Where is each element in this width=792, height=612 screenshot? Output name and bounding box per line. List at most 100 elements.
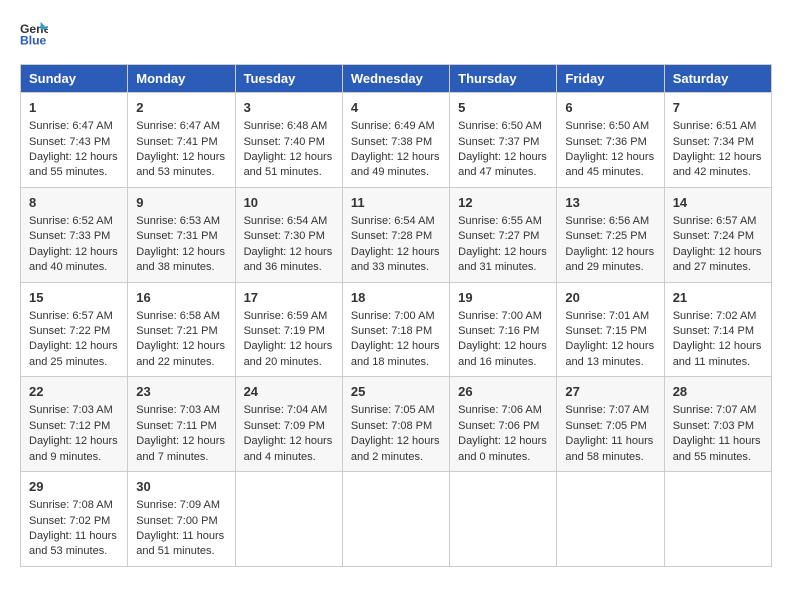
col-header-friday: Friday: [557, 65, 664, 93]
calendar-cell: 21Sunrise: 7:02 AMSunset: 7:14 PMDayligh…: [664, 282, 771, 377]
sunrise-text: Sunrise: 6:48 AM: [244, 120, 328, 132]
sunrise-text: Sunrise: 7:03 AM: [29, 404, 113, 416]
daylight-text: Daylight: 12 hours and 49 minutes.: [351, 151, 440, 178]
sunrise-text: Sunrise: 7:01 AM: [565, 310, 649, 322]
daylight-text: Daylight: 11 hours and 51 minutes.: [136, 530, 224, 557]
sunrise-text: Sunrise: 6:55 AM: [458, 215, 542, 227]
sunset-text: Sunset: 7:15 PM: [565, 325, 646, 337]
calendar-cell: [342, 472, 449, 567]
day-number: 20: [565, 289, 655, 307]
logo: General Blue: [20, 20, 52, 48]
calendar-cell: [557, 472, 664, 567]
calendar-cell: 20Sunrise: 7:01 AMSunset: 7:15 PMDayligh…: [557, 282, 664, 377]
sunset-text: Sunset: 7:18 PM: [351, 325, 432, 337]
calendar-cell: 2Sunrise: 6:47 AMSunset: 7:41 PMDaylight…: [128, 93, 235, 188]
day-number: 29: [29, 478, 119, 496]
day-number: 10: [244, 194, 334, 212]
daylight-text: Daylight: 12 hours and 16 minutes.: [458, 340, 547, 367]
calendar-cell: 1Sunrise: 6:47 AMSunset: 7:43 PMDaylight…: [21, 93, 128, 188]
calendar-cell: 8Sunrise: 6:52 AMSunset: 7:33 PMDaylight…: [21, 187, 128, 282]
calendar-cell: 22Sunrise: 7:03 AMSunset: 7:12 PMDayligh…: [21, 377, 128, 472]
daylight-text: Daylight: 12 hours and 33 minutes.: [351, 246, 440, 273]
sunrise-text: Sunrise: 6:59 AM: [244, 310, 328, 322]
sunrise-text: Sunrise: 6:49 AM: [351, 120, 435, 132]
day-number: 24: [244, 383, 334, 401]
calendar-week-2: 8 Sunrise: 6:52 AM Sunset: 7:33 PM Daylight…: [21, 187, 772, 282]
col-header-monday: Monday: [128, 65, 235, 93]
sunset-text: Sunset: 7:05 PM: [565, 420, 646, 432]
calendar-week-3: 15Sunrise: 6:57 AMSunset: 7:22 PMDayligh…: [21, 282, 772, 377]
col-header-sunday: Sunday: [21, 65, 128, 93]
sunset-text: Sunset: 7:40 PM: [244, 136, 325, 148]
sunset-text: Sunset: 7:37 PM: [458, 136, 539, 148]
sunset-text: Sunset: 7:30 PM: [244, 230, 325, 242]
day-number: 30: [136, 478, 226, 496]
sunset-text: Sunset: 7:14 PM: [673, 325, 754, 337]
sunrise-text: Sunrise: 6:50 AM: [565, 120, 649, 132]
daylight-text: Daylight: 12 hours and 2 minutes.: [351, 435, 440, 462]
day-number: 8: [29, 194, 119, 212]
col-header-tuesday: Tuesday: [235, 65, 342, 93]
daylight-text: Daylight: 12 hours and 55 minutes.: [29, 151, 118, 178]
daylight-text: Daylight: 12 hours and 4 minutes.: [244, 435, 333, 462]
sunset-text: Sunset: 7:25 PM: [565, 230, 646, 242]
sunrise-text: Sunrise: 6:57 AM: [673, 215, 757, 227]
calendar-cell: 16Sunrise: 6:58 AMSunset: 7:21 PMDayligh…: [128, 282, 235, 377]
day-number: 23: [136, 383, 226, 401]
sunrise-text: Sunrise: 6:54 AM: [244, 215, 328, 227]
sunrise-text: Sunrise: 6:50 AM: [458, 120, 542, 132]
sunset-text: Sunset: 7:08 PM: [351, 420, 432, 432]
day-number: 11: [351, 194, 441, 212]
day-number: 25: [351, 383, 441, 401]
sunrise-text: Sunrise: 6:52 AM: [29, 215, 113, 227]
daylight-text: Daylight: 12 hours and 7 minutes.: [136, 435, 225, 462]
calendar-cell: 13Sunrise: 6:56 AMSunset: 7:25 PMDayligh…: [557, 187, 664, 282]
calendar-cell: 14Sunrise: 6:57 AMSunset: 7:24 PMDayligh…: [664, 187, 771, 282]
col-header-wednesday: Wednesday: [342, 65, 449, 93]
svg-text:Blue: Blue: [20, 33, 47, 47]
daylight-text: Daylight: 11 hours and 55 minutes.: [673, 435, 761, 462]
calendar-cell: [450, 472, 557, 567]
day-number: 17: [244, 289, 334, 307]
day-number: 27: [565, 383, 655, 401]
sunrise-text: Sunrise: 6:53 AM: [136, 215, 220, 227]
calendar-week-5: 29Sunrise: 7:08 AMSunset: 7:02 PMDayligh…: [21, 472, 772, 567]
sunset-text: Sunset: 7:38 PM: [351, 136, 432, 148]
sunset-text: Sunset: 7:36 PM: [565, 136, 646, 148]
calendar-cell: 18Sunrise: 7:00 AMSunset: 7:18 PMDayligh…: [342, 282, 449, 377]
sunset-text: Sunset: 7:19 PM: [244, 325, 325, 337]
day-number: 15: [29, 289, 119, 307]
daylight-text: Daylight: 12 hours and 25 minutes.: [29, 340, 118, 367]
calendar-cell: 26Sunrise: 7:06 AMSunset: 7:06 PMDayligh…: [450, 377, 557, 472]
calendar-cell: 27Sunrise: 7:07 AMSunset: 7:05 PMDayligh…: [557, 377, 664, 472]
calendar-cell: 24Sunrise: 7:04 AMSunset: 7:09 PMDayligh…: [235, 377, 342, 472]
daylight-text: Daylight: 12 hours and 29 minutes.: [565, 246, 654, 273]
day-number: 21: [673, 289, 763, 307]
calendar-cell: 7Sunrise: 6:51 AMSunset: 7:34 PMDaylight…: [664, 93, 771, 188]
sunrise-text: Sunrise: 7:04 AM: [244, 404, 328, 416]
calendar-cell: 12Sunrise: 6:55 AMSunset: 7:27 PMDayligh…: [450, 187, 557, 282]
sunset-text: Sunset: 7:43 PM: [29, 136, 110, 148]
daylight-text: Daylight: 12 hours and 20 minutes.: [244, 340, 333, 367]
daylight-text: Daylight: 12 hours and 51 minutes.: [244, 151, 333, 178]
sunset-text: Sunset: 7:33 PM: [29, 230, 110, 242]
calendar-cell: [664, 472, 771, 567]
day-number: 22: [29, 383, 119, 401]
col-header-thursday: Thursday: [450, 65, 557, 93]
sunset-text: Sunset: 7:16 PM: [458, 325, 539, 337]
day-number: 5: [458, 99, 548, 117]
calendar-cell: 19Sunrise: 7:00 AMSunset: 7:16 PMDayligh…: [450, 282, 557, 377]
daylight-text: Daylight: 11 hours and 58 minutes.: [565, 435, 653, 462]
sunrise-text: Sunrise: 6:47 AM: [29, 120, 113, 132]
sunset-text: Sunset: 7:03 PM: [673, 420, 754, 432]
day-number: 12: [458, 194, 548, 212]
day-number: 7: [673, 99, 763, 117]
sunset-text: Sunset: 7:31 PM: [136, 230, 217, 242]
sunrise-text: Sunrise: 7:08 AM: [29, 499, 113, 511]
day-number: 13: [565, 194, 655, 212]
sunset-text: Sunset: 7:22 PM: [29, 325, 110, 337]
day-number: 28: [673, 383, 763, 401]
sunrise-text: Sunrise: 7:00 AM: [351, 310, 435, 322]
calendar-cell: 9Sunrise: 6:53 AMSunset: 7:31 PMDaylight…: [128, 187, 235, 282]
calendar-cell: 3Sunrise: 6:48 AMSunset: 7:40 PMDaylight…: [235, 93, 342, 188]
